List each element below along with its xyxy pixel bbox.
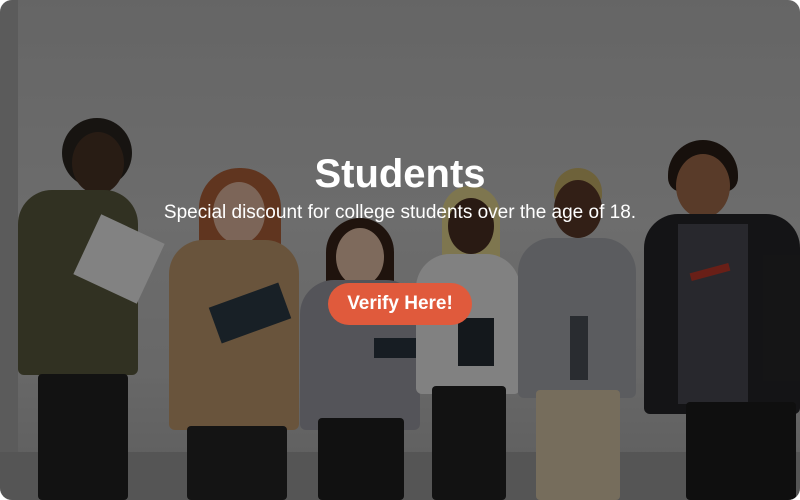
hero-content: Students Special discount for college st…: [0, 150, 800, 325]
verify-button[interactable]: Verify Here!: [328, 283, 472, 325]
hero-title: Students: [314, 152, 486, 196]
hero-subtitle: Special discount for college students ov…: [163, 202, 637, 223]
student-discount-card: Students Special discount for college st…: [0, 0, 800, 500]
